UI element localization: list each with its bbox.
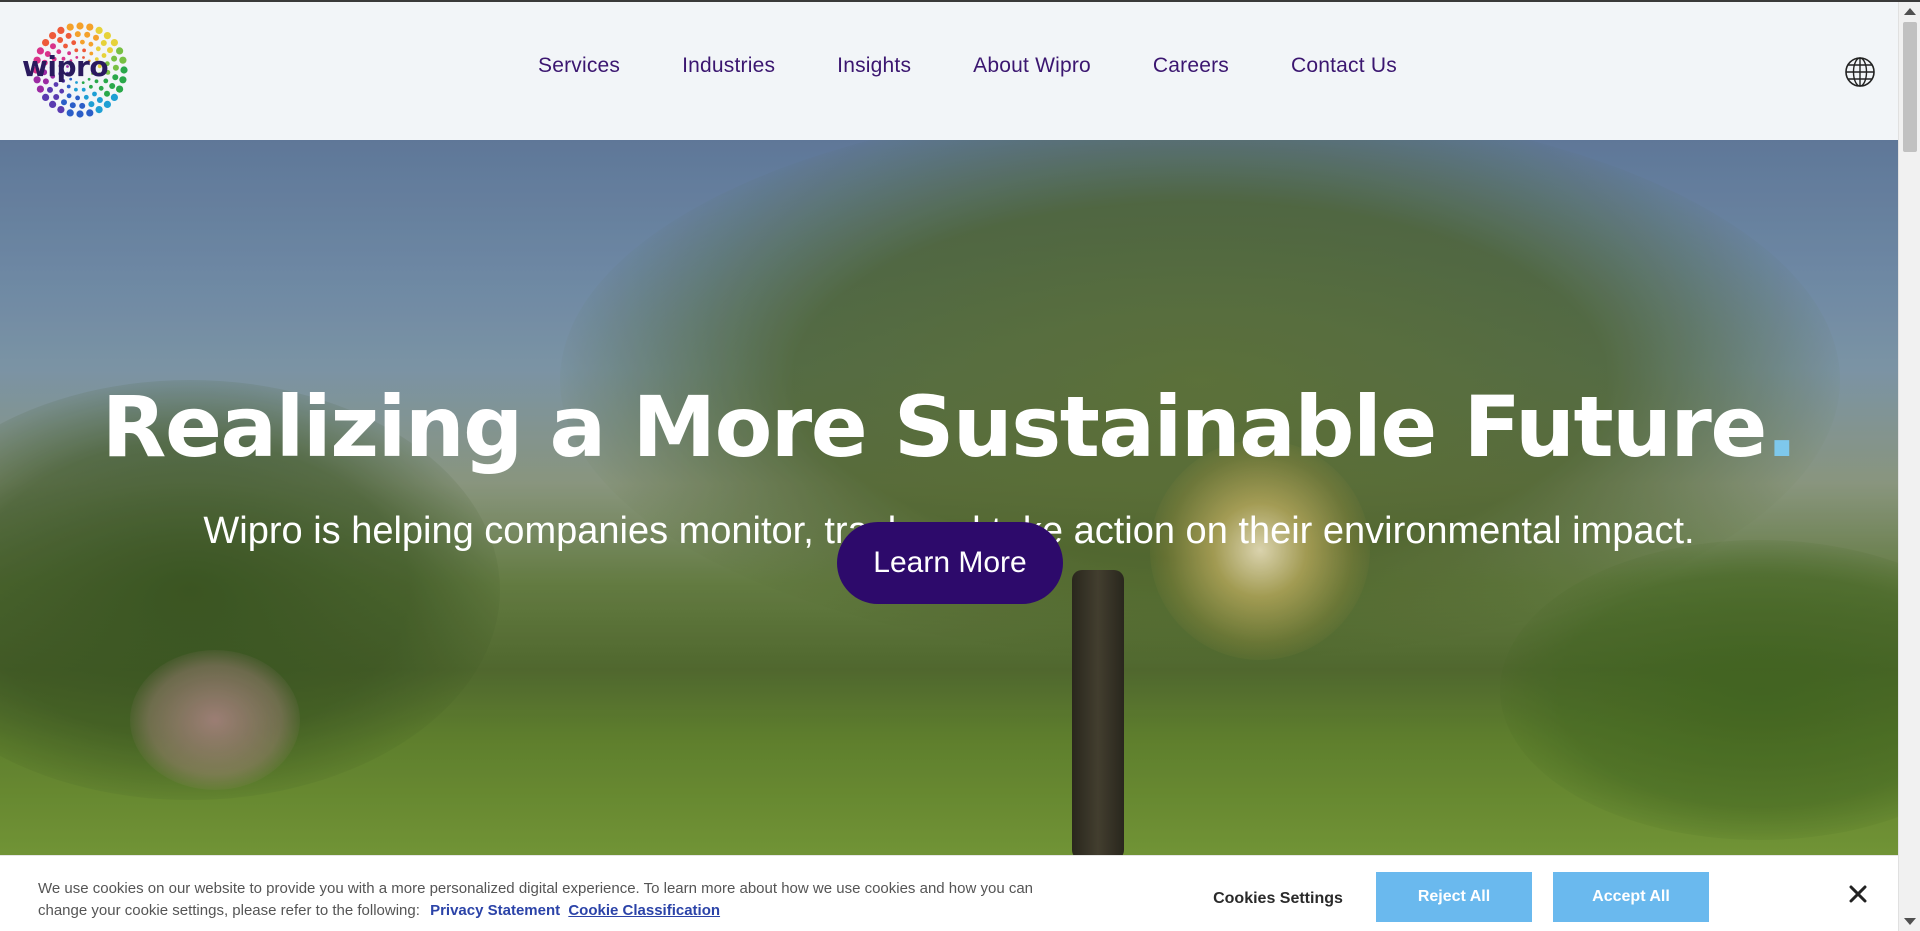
logo-dot	[50, 43, 56, 50]
logo-dot	[88, 101, 95, 108]
logo-dot	[76, 22, 84, 30]
logo-dot	[80, 39, 85, 45]
accept-all-button[interactable]: Accept All	[1553, 872, 1709, 922]
page-scrollbar[interactable]	[1898, 2, 1920, 931]
nav-about-wipro[interactable]: About Wipro	[973, 54, 1091, 78]
logo-dot	[88, 41, 94, 47]
logo-dot	[98, 85, 104, 91]
logo-dot	[92, 91, 97, 97]
logo-dot	[79, 102, 86, 109]
logo-dot	[74, 87, 78, 92]
reject-all-button[interactable]: Reject All	[1376, 872, 1532, 922]
hero-overlay	[0, 140, 1898, 856]
logo-dot	[66, 109, 74, 117]
logo-dot	[103, 32, 111, 40]
logo-dot	[59, 88, 65, 94]
logo-dot	[49, 100, 57, 108]
scroll-up-arrow-icon[interactable]	[1904, 8, 1916, 15]
logo-dot	[71, 40, 77, 46]
logo-dot	[76, 110, 84, 118]
logo-dot	[42, 39, 50, 47]
hero-title: Realizing a More Sustainable Future.	[101, 378, 1798, 476]
logo-dot	[75, 95, 80, 101]
learn-more-button[interactable]: Learn More	[837, 522, 1063, 604]
cookie-classification-link[interactable]: Cookie Classification	[568, 902, 720, 919]
logo-text: wipro	[22, 50, 109, 83]
cookies-settings-button[interactable]: Cookies Settings	[1190, 874, 1366, 924]
site-header: wipro Services Industries Insights About…	[0, 2, 1898, 140]
logo-dot	[49, 32, 57, 40]
logo-dot	[116, 85, 124, 93]
logo-dot	[83, 94, 89, 100]
logo-dot	[57, 37, 64, 43]
logo-dot	[74, 31, 81, 38]
logo-dot	[111, 55, 118, 62]
logo-dot	[95, 106, 103, 114]
main-nav: Services Industries Insights About Wipro…	[538, 54, 1397, 78]
logo-dot	[81, 87, 86, 92]
logo-dot	[63, 43, 68, 49]
wipro-logo[interactable]: wipro	[18, 20, 142, 120]
hero-banner: Realizing a More Sustainable Future. Wip…	[0, 140, 1898, 856]
logo-dot	[110, 93, 118, 101]
logo-dot	[112, 64, 119, 71]
globe-icon[interactable]	[1844, 56, 1876, 88]
logo-dot	[112, 74, 119, 81]
logo-dot	[120, 66, 128, 74]
logo-dot	[57, 26, 65, 34]
hero-title-dot: .	[1765, 378, 1798, 476]
logo-dot	[42, 93, 50, 101]
cookie-message: We use cookies on our website to provide…	[38, 878, 1048, 922]
privacy-statement-link[interactable]: Privacy Statement	[430, 902, 560, 919]
logo-dot	[66, 23, 74, 31]
logo-dot	[86, 23, 94, 31]
logo-dot	[36, 85, 44, 93]
logo-dot	[57, 106, 65, 114]
nav-contact-us[interactable]: Contact Us	[1291, 54, 1397, 78]
nav-services[interactable]: Services	[538, 54, 620, 78]
scrollbar-thumb[interactable]	[1903, 22, 1917, 152]
logo-dot	[61, 99, 67, 106]
logo-dot	[47, 86, 53, 93]
logo-dot	[93, 34, 99, 41]
cookie-banner: We use cookies on our website to provide…	[0, 855, 1898, 931]
logo-dot	[89, 84, 93, 89]
logo-dot	[116, 47, 124, 55]
logo-dot	[104, 90, 110, 97]
nav-careers[interactable]: Careers	[1153, 54, 1229, 78]
logo-dot	[66, 84, 71, 89]
logo-dot	[119, 76, 127, 84]
logo-dot	[66, 93, 72, 99]
logo-dot	[96, 97, 103, 103]
nav-industries[interactable]: Industries	[682, 54, 775, 78]
scroll-down-arrow-icon[interactable]	[1904, 918, 1916, 925]
logo-dot	[110, 39, 118, 47]
nav-insights[interactable]: Insights	[837, 54, 911, 78]
logo-dot	[119, 56, 127, 64]
logo-dot	[109, 83, 116, 89]
logo-dot	[86, 109, 94, 117]
logo-dot	[53, 94, 60, 100]
logo-dot	[95, 26, 103, 34]
logo-dot	[69, 102, 76, 109]
close-icon[interactable]	[1846, 882, 1870, 906]
logo-dot	[84, 31, 91, 38]
logo-dot	[103, 100, 111, 108]
logo-dot	[65, 32, 72, 39]
logo-dot	[100, 40, 107, 46]
